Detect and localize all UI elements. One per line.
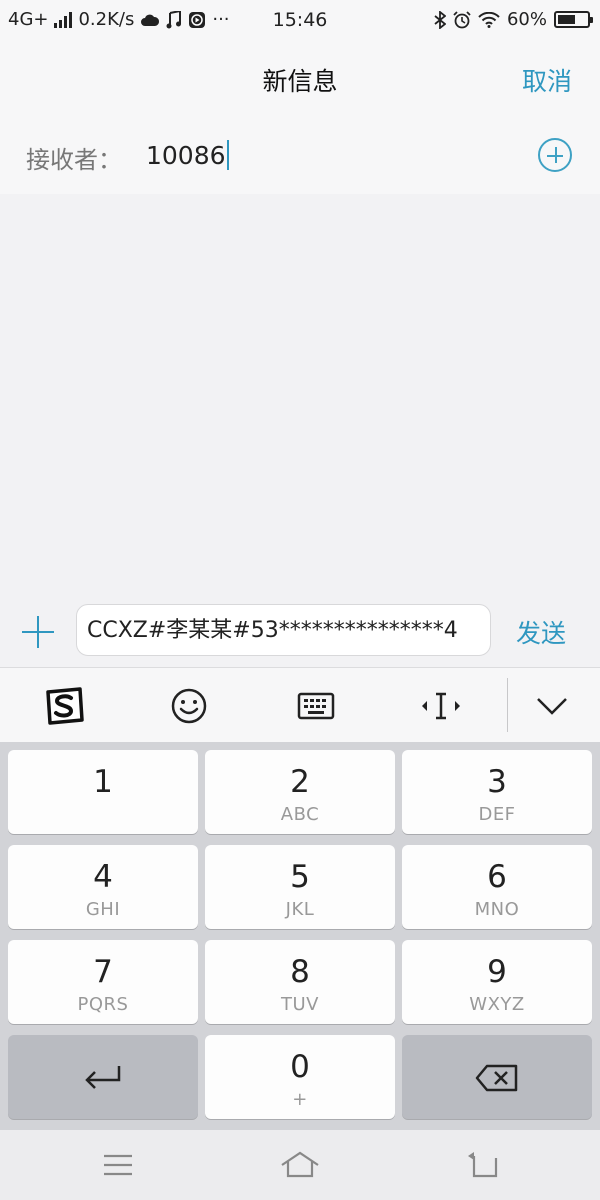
toolbar-divider — [507, 678, 508, 732]
keyboard-toolbar — [0, 668, 600, 742]
battery-fill — [558, 15, 575, 24]
add-contact-icon[interactable] — [538, 138, 572, 172]
bluetooth-icon — [434, 10, 446, 29]
key-0[interactable]: 0 + — [205, 1035, 395, 1119]
recipient-row: 接收者： 10086 — [0, 116, 600, 194]
cancel-button[interactable]: 取消 — [522, 62, 572, 98]
enter-key[interactable] — [8, 1035, 198, 1119]
recipient-input[interactable]: 10086 — [146, 140, 229, 170]
message-input[interactable]: CCXZ#李某某#53***************4 — [76, 604, 491, 656]
back-icon[interactable] — [460, 1148, 504, 1182]
key-7[interactable]: 7 PQRS — [8, 940, 198, 1024]
key-2[interactable]: 2 ABC — [205, 750, 395, 834]
key-4[interactable]: 4 GHI — [8, 845, 198, 929]
menu-icon[interactable] — [96, 1148, 140, 1182]
status-right: 60% — [434, 9, 593, 30]
alarm-icon — [453, 10, 471, 28]
numeric-keypad: 1 2 ABC 3 DEF 4 GHI 5 JKL 6 MNO 7 PQRS 8… — [0, 742, 600, 1130]
status-bar: 4G+ 0.2K/s ··· 15:46 60% — [0, 0, 600, 42]
message-area — [0, 194, 600, 590]
home-icon[interactable] — [278, 1148, 322, 1182]
backspace-icon — [475, 1064, 518, 1092]
cursor-move-icon[interactable] — [419, 684, 463, 728]
key-1[interactable]: 1 — [8, 750, 198, 834]
keyboard-icon[interactable] — [294, 684, 338, 728]
text-caret — [226, 140, 229, 170]
enter-icon — [85, 1066, 121, 1089]
emoji-icon[interactable] — [167, 684, 211, 728]
attach-plus-icon[interactable] — [22, 616, 54, 648]
battery-icon — [554, 11, 593, 28]
key-5[interactable]: 5 JKL — [205, 845, 395, 929]
battery-percent: 60% — [506, 9, 547, 30]
key-6[interactable]: 6 MNO — [402, 845, 592, 929]
key-3[interactable]: 3 DEF — [402, 750, 592, 834]
backspace-key[interactable] — [402, 1035, 592, 1119]
title-bar: 新信息 取消 — [0, 42, 600, 116]
wifi-icon — [478, 11, 500, 28]
key-9[interactable]: 9 WXYZ — [402, 940, 592, 1024]
sogou-logo-icon[interactable] — [42, 684, 86, 728]
recipient-label: 接收者： — [26, 146, 122, 174]
navigation-bar — [0, 1130, 600, 1200]
key-8[interactable]: 8 TUV — [205, 940, 395, 1024]
send-button[interactable]: 发送 — [516, 614, 566, 650]
collapse-keyboard-icon[interactable] — [530, 684, 574, 728]
recipient-value: 10086 — [146, 140, 226, 170]
page-title: 新信息 — [262, 67, 338, 96]
compose-bar: CCXZ#李某某#53***************4 发送 — [0, 590, 600, 668]
